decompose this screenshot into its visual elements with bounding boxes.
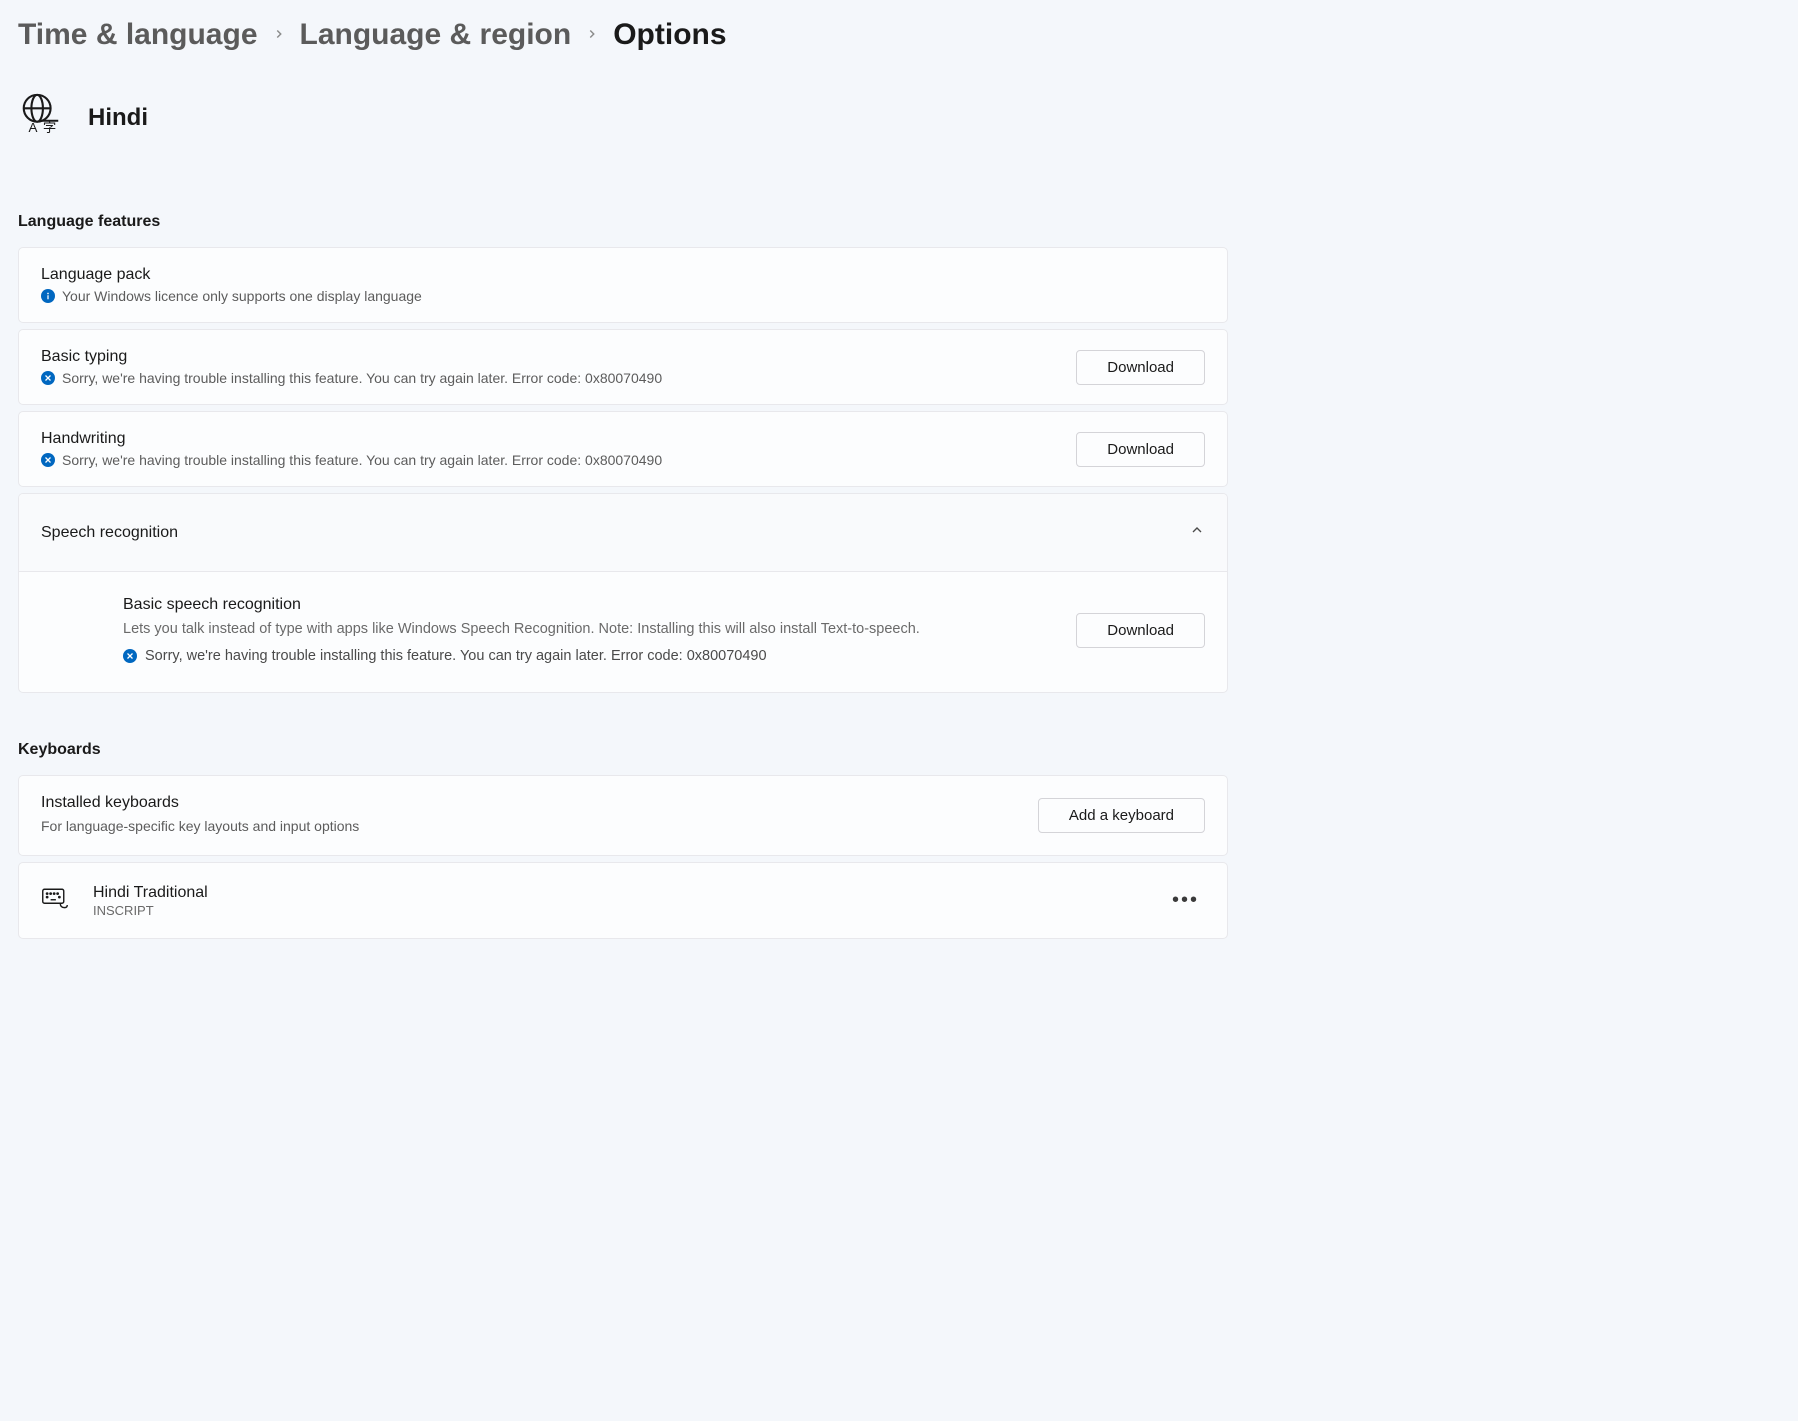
basic-speech-status-text: Sorry, we're having trouble installing t… <box>145 648 767 664</box>
card-basic-typing: Basic typing Sorry, we're having trouble… <box>18 329 1228 405</box>
basic-speech-desc: Lets you talk instead of type with apps … <box>123 618 1003 640</box>
card-installed-keyboards: Installed keyboards For language-specifi… <box>18 775 1228 856</box>
globe-language-icon: A 字 <box>18 92 64 143</box>
svg-text:A: A <box>29 120 38 135</box>
error-icon <box>123 649 137 663</box>
section-language-features-heading: Language features <box>18 213 1228 231</box>
keyboard-icon <box>41 884 69 917</box>
basic-speech-download-button[interactable]: Download <box>1076 613 1205 648</box>
breadcrumb-language-region[interactable]: Language & region <box>300 18 572 52</box>
keyboard-layout: INSCRIPT <box>93 903 208 918</box>
info-icon <box>41 289 55 303</box>
keyboard-item: Hindi Traditional INSCRIPT ••• <box>18 862 1228 939</box>
add-keyboard-button[interactable]: Add a keyboard <box>1038 798 1205 833</box>
breadcrumb-current: Options <box>613 18 726 52</box>
keyboard-more-button[interactable]: ••• <box>1166 883 1205 918</box>
language-pack-title: Language pack <box>41 266 1205 284</box>
error-icon <box>41 371 55 385</box>
language-header: A 字 Hindi <box>18 92 1228 143</box>
card-speech-recognition: Speech recognition Basic speech recognit… <box>18 493 1228 693</box>
svg-text:字: 字 <box>43 120 56 135</box>
language-pack-status: Your Windows licence only supports one d… <box>41 288 1205 304</box>
breadcrumb: Time & language Language & region Option… <box>18 18 1228 52</box>
speech-recognition-header[interactable]: Speech recognition <box>19 494 1227 571</box>
handwriting-title: Handwriting <box>41 430 1056 448</box>
chevron-up-icon <box>1189 522 1205 543</box>
more-icon: ••• <box>1172 889 1199 911</box>
language-name: Hindi <box>88 104 148 132</box>
basic-typing-download-button[interactable]: Download <box>1076 350 1205 385</box>
basic-typing-title: Basic typing <box>41 348 1056 366</box>
error-icon <box>41 453 55 467</box>
basic-typing-status: Sorry, we're having trouble installing t… <box>41 370 1056 386</box>
keyboard-name: Hindi Traditional <box>93 884 208 902</box>
chevron-right-icon <box>272 25 286 46</box>
section-keyboards-heading: Keyboards <box>18 741 1228 759</box>
language-pack-status-text: Your Windows licence only supports one d… <box>62 288 422 304</box>
speech-recognition-title: Speech recognition <box>41 524 178 542</box>
basic-speech-status: Sorry, we're having trouble installing t… <box>123 648 1056 664</box>
basic-typing-status-text: Sorry, we're having trouble installing t… <box>62 370 662 386</box>
basic-speech-title: Basic speech recognition <box>123 596 1056 614</box>
handwriting-download-button[interactable]: Download <box>1076 432 1205 467</box>
installed-keyboards-title: Installed keyboards <box>41 794 1018 812</box>
handwriting-status-text: Sorry, we're having trouble installing t… <box>62 452 662 468</box>
handwriting-status: Sorry, we're having trouble installing t… <box>41 452 1056 468</box>
breadcrumb-time-language[interactable]: Time & language <box>18 18 258 52</box>
card-handwriting: Handwriting Sorry, we're having trouble … <box>18 411 1228 487</box>
card-language-pack: Language pack Your Windows licence only … <box>18 247 1228 323</box>
installed-keyboards-sub: For language-specific key layouts and in… <box>41 816 1018 837</box>
chevron-right-icon <box>585 25 599 46</box>
